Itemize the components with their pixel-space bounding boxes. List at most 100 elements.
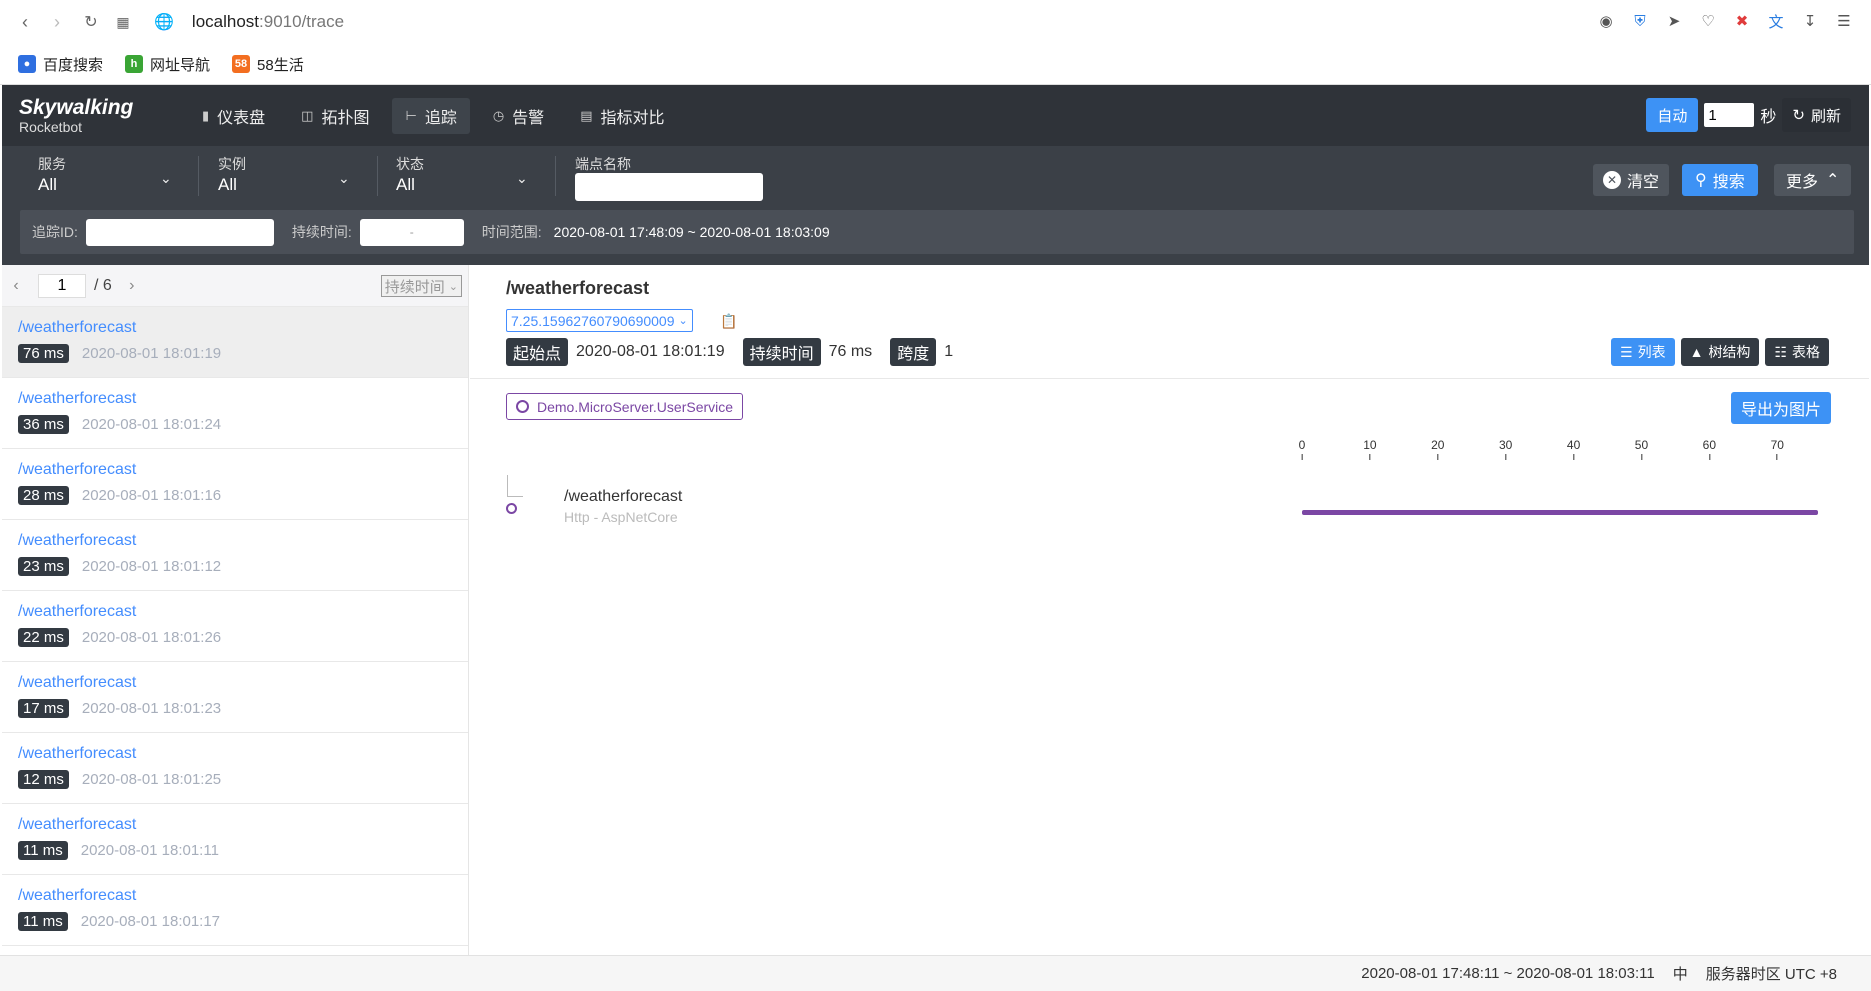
duration-badge: 11 ms [18, 841, 68, 860]
search-label: 搜索 [1712, 174, 1745, 191]
logo-subtitle: Rocketbot [19, 119, 83, 135]
nav-label: 拓扑图 [321, 109, 370, 127]
heart-icon[interactable]: ♡ [1697, 10, 1719, 32]
list-view-button[interactable]: ☰ 列表 [1611, 338, 1675, 366]
clipboard-icon[interactable]: 📋 [720, 313, 737, 330]
trace-endpoint: /weatherforecast [18, 461, 137, 478]
duration-badge: 76 ms [18, 344, 69, 363]
nav-alarm[interactable]: ◷ 告警 [480, 98, 557, 134]
trace-list-item[interactable]: /weatherforecast 12 ms 2020-08-01 18:01:25 [2, 733, 468, 804]
adblock-icon[interactable]: ✖ [1731, 10, 1753, 32]
axis-tick: 0 [1299, 438, 1306, 460]
bookmark-label: 网址导航 [150, 56, 211, 74]
bookmark-label: 58生活 [257, 56, 304, 74]
reload-icon[interactable]: ↻ [80, 11, 102, 33]
duration-badge: 23 ms [18, 557, 69, 576]
table-icon: ☷ [1774, 343, 1787, 360]
span-row[interactable]: /weatherforecast Http - AspNetCore [470, 475, 1869, 535]
bookmark-58[interactable]: 58 58生活 [232, 54, 304, 75]
trace-meta: 22 ms 2020-08-01 18:01:26 [18, 628, 468, 647]
service-select[interactable]: 服务 All ⌄ [2, 154, 172, 204]
span-name: /weatherforecast [564, 488, 683, 505]
trace-endpoint: /weatherforecast [18, 745, 137, 762]
table-view-button[interactable]: ☷ 表格 [1765, 338, 1829, 366]
nav-topology[interactable]: ◫ 拓扑图 [288, 98, 382, 134]
trace-list-item[interactable]: /weatherforecast 22 ms 2020-08-01 18:01:26 [2, 591, 468, 662]
refresh-interval-input[interactable] [1704, 103, 1755, 127]
forward-icon[interactable]: › [46, 11, 68, 33]
refresh-label: 刷新 [1810, 107, 1841, 125]
send-icon[interactable]: ➤ [1663, 10, 1685, 32]
language-toggle[interactable]: 中 [1673, 963, 1688, 984]
search-button[interactable]: ⚲ 搜索 [1682, 164, 1758, 196]
view-switcher: ☰ 列表 ▲ 树结构 ☷ 表格 [1611, 338, 1829, 366]
translate-icon[interactable]: 文 [1765, 10, 1787, 32]
chevron-down-icon: ⌄ [678, 315, 688, 327]
duration-input[interactable]: - [359, 218, 464, 246]
time-range-value[interactable]: 2020-08-01 17:48:09 ~ 2020-08-01 18:03:0… [554, 224, 830, 240]
chevron-right-icon[interactable]: › [122, 277, 142, 295]
trace-endpoint: /weatherforecast [18, 887, 137, 904]
trace-list-item[interactable]: /weatherforecast 23 ms 2020-08-01 18:01:12 [2, 520, 468, 591]
settings-sliders-icon[interactable]: ☰ [1833, 10, 1855, 32]
trace-meta: 28 ms 2020-08-01 18:01:16 [18, 486, 468, 505]
download-icon[interactable]: ↧ [1799, 10, 1821, 32]
logo[interactable]: Skywalking Rocketbot [19, 97, 159, 134]
nav-dashboard[interactable]: ▮ 仪表盘 [189, 98, 278, 134]
trace-time: 2020-08-01 18:01:26 [81, 629, 222, 646]
status-select[interactable]: 状态 All ⌄ [360, 154, 528, 204]
bookmarks-bar: ● 百度搜索 h 网址导航 58 58生活 [0, 44, 1871, 85]
apps-grid-icon[interactable]: ▦ [112, 11, 134, 33]
more-button[interactable]: 更多 ⌃ [1774, 164, 1852, 196]
sort-select[interactable]: 持续时间 ⌄ [380, 275, 462, 297]
shield-check-icon[interactable]: ⛨ [1629, 10, 1651, 32]
nav-label: 指标对比 [600, 109, 665, 127]
trace-list-item[interactable]: /weatherforecast 76 ms 2020-08-01 18:01:19 [2, 307, 468, 378]
page-input[interactable] [38, 273, 86, 298]
trace-list-item[interactable]: /weatherforecast 36 ms 2020-08-01 18:01:24 [2, 378, 468, 449]
dashboard-icon: ▮ [202, 107, 210, 123]
back-icon[interactable]: ‹ [14, 11, 36, 33]
span-component: Http - AspNetCore [564, 509, 678, 525]
browser-toolbar: ‹ › ↻ ▦ 🌐 localhost:9010/trace ◉ ⛨ ➤ ♡ ✖… [0, 0, 1871, 44]
page-total: / 6 [94, 276, 112, 294]
camera-icon[interactable]: ◉ [1595, 10, 1617, 32]
duration-badge: 22 ms [18, 628, 69, 647]
trace-id-select[interactable]: 7.25.15962760790690009 ⌄ [506, 309, 693, 332]
trace-endpoint: /weatherforecast [18, 532, 137, 549]
trace-endpoint: /weatherforecast [18, 674, 137, 691]
address-bar[interactable]: localhost:9010/trace [192, 12, 344, 32]
list-view-label: 列表 [1637, 344, 1666, 360]
start-value: 2020-08-01 18:01:19 [576, 343, 725, 360]
endpoint-input[interactable] [575, 173, 763, 201]
nav-metrics-compare[interactable]: ▤ 指标对比 [567, 98, 677, 134]
chevron-down-icon: ⌄ [516, 170, 528, 186]
trace-id-input[interactable] [85, 218, 274, 246]
tree-connector [507, 475, 523, 497]
trace-list-item[interactable]: /weatherforecast 17 ms 2020-08-01 18:01:23 [2, 662, 468, 733]
bookmark-hao[interactable]: h 网址导航 [125, 54, 210, 75]
clear-button[interactable]: ✕ 清空 [1593, 164, 1670, 196]
trace-meta: 17 ms 2020-08-01 18:01:23 [18, 699, 468, 718]
trace-list-item[interactable]: /weatherforecast 11 ms 2020-08-01 18:01:17 [2, 875, 468, 946]
bookmark-baidu[interactable]: ● 百度搜索 [18, 54, 103, 75]
chevron-left-icon[interactable]: ‹ [6, 277, 26, 295]
trace-list-item[interactable]: /weatherforecast 11 ms 2020-08-01 18:01:11 [2, 804, 468, 875]
refresh-button[interactable]: ↻ 刷新 [1782, 98, 1851, 132]
auto-refresh-button[interactable]: 自动 [1646, 98, 1699, 132]
trace-endpoint: /weatherforecast [18, 603, 137, 620]
refresh-icon: ↻ [1792, 107, 1805, 124]
tree-view-label: 树结构 [1708, 344, 1751, 360]
advanced-filter-panel: 追踪ID: 持续时间: - 时间范围: 2020-08-01 17:48:09 … [20, 210, 1854, 254]
trace-list-item[interactable]: /weatherforecast 28 ms 2020-08-01 18:01:16 [2, 449, 468, 520]
instance-select[interactable]: 实例 All ⌄ [182, 154, 350, 204]
nav-trace[interactable]: ⊢ 追踪 [392, 97, 470, 134]
trace-title: /weatherforecast [506, 278, 650, 298]
service-tag[interactable]: Demo.MicroServer.UserService [506, 393, 744, 420]
tree-view-button[interactable]: ▲ 树结构 [1680, 338, 1760, 366]
header-controls: 自动 秒 ↻ 刷新 [1646, 98, 1851, 132]
trace-time: 2020-08-01 18:01:23 [81, 700, 222, 717]
service-select-label: 服务 [38, 156, 66, 172]
duration-badge: 17 ms [18, 699, 69, 718]
export-image-button[interactable]: 导出为图片 [1730, 392, 1831, 424]
